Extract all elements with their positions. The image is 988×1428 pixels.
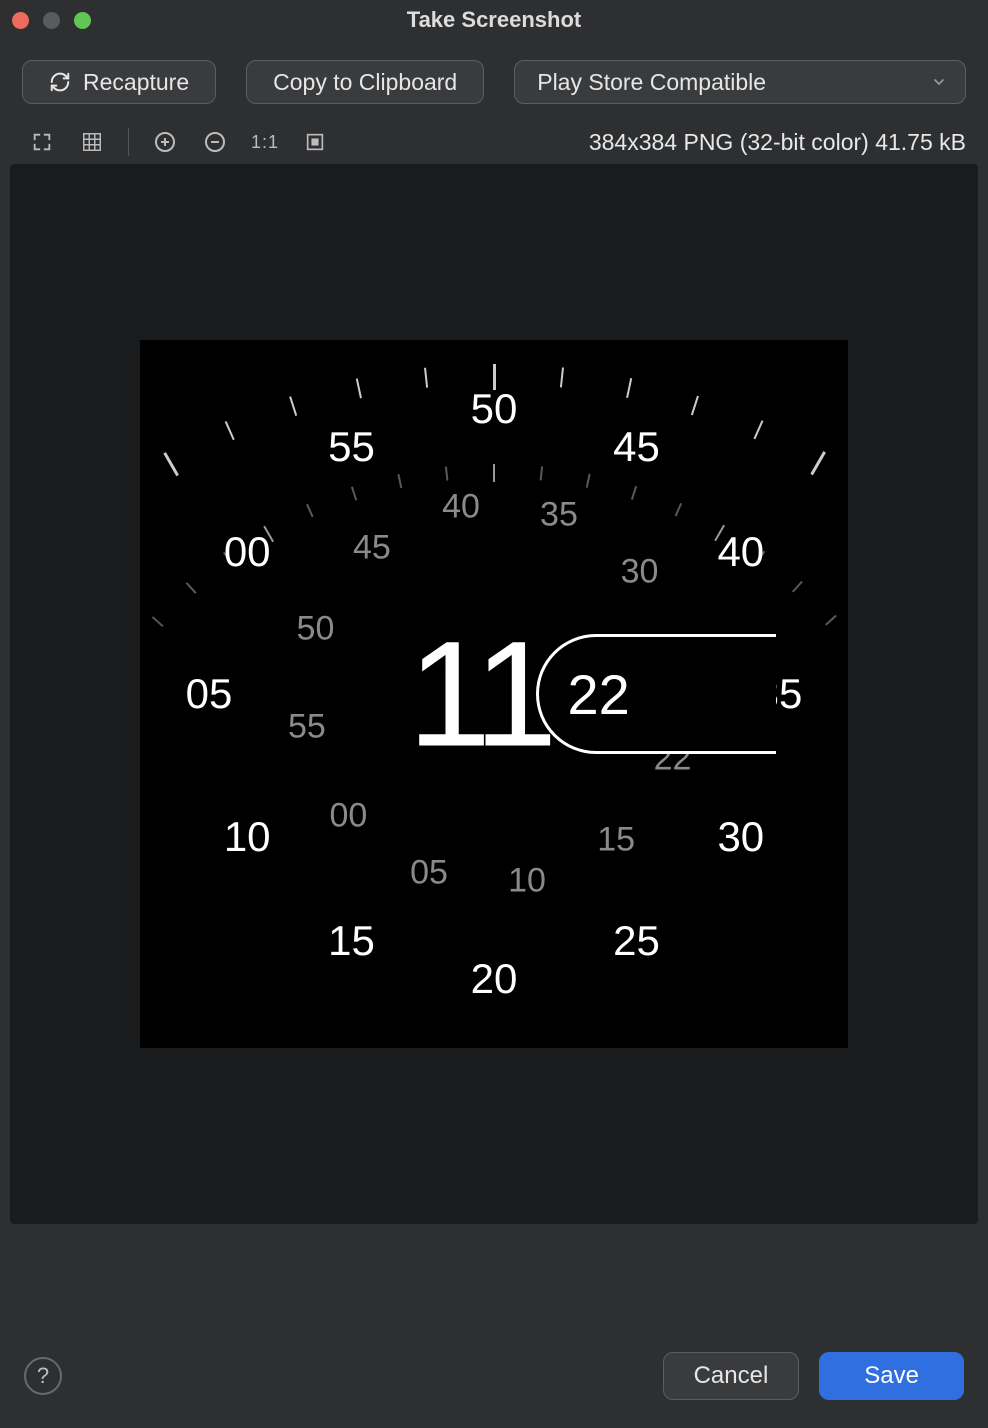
inner-tick (152, 616, 164, 627)
outer-ring-number: 05 (186, 670, 233, 718)
inner-tick (586, 474, 591, 488)
cancel-label: Cancel (694, 1362, 769, 1390)
outer-tick (753, 420, 763, 439)
outer-ring-number: 50 (471, 385, 518, 433)
inner-ring-number: 50 (297, 610, 335, 649)
outer-ring-number: 15 (328, 917, 375, 965)
inner-ring-number: 35 (540, 496, 578, 535)
inner-ring-number: 10 (508, 862, 546, 901)
inner-tick (493, 464, 495, 482)
image-info-label: 384x384 PNG (32-bit color) 41.75 kB (589, 129, 966, 156)
actual-size-button[interactable]: 1:1 (251, 128, 279, 156)
save-label: Save (864, 1362, 919, 1390)
toolbar-separator (128, 128, 129, 156)
outer-ring-number: 55 (328, 423, 375, 471)
outer-tick (810, 451, 826, 475)
hour-display: 11 (408, 608, 552, 781)
window-title: Take Screenshot (0, 7, 988, 33)
minimize-window-button[interactable] (43, 12, 60, 29)
inner-tick (445, 467, 448, 481)
outer-tick (163, 452, 179, 476)
outer-ring-number: 40 (717, 528, 764, 576)
inner-ring-number: 15 (597, 820, 635, 859)
crop-icon[interactable] (301, 128, 329, 156)
inner-tick (825, 615, 837, 626)
watchface-preview: 35 30 25 20 15 10 05 00 55 50 45 40 22 15 10 05 00 55 50 45… (140, 340, 848, 1048)
footer: ? Cancel Save (0, 1334, 988, 1428)
inner-tick (540, 466, 543, 480)
inner-tick (397, 474, 402, 488)
fit-to-window-icon[interactable] (28, 128, 56, 156)
outer-ring-number: 20 (471, 955, 518, 1003)
minute-value: 22 (567, 662, 629, 727)
window-controls (12, 12, 91, 29)
save-button[interactable]: Save (819, 1352, 964, 1400)
outer-tick (289, 396, 297, 416)
close-window-button[interactable] (12, 12, 29, 29)
inner-ring-number: 55 (288, 707, 326, 746)
outer-tick (424, 368, 428, 388)
inner-ring-number: 05 (410, 853, 448, 892)
copy-label: Copy to Clipboard (273, 69, 457, 96)
inner-ring-number: 40 (442, 487, 480, 526)
zoom-window-button[interactable] (74, 12, 91, 29)
inner-tick (792, 581, 803, 593)
outer-tick (225, 421, 235, 440)
inner-ring-number: 30 (621, 552, 659, 591)
outer-tick (356, 378, 362, 398)
copy-to-clipboard-button[interactable]: Copy to Clipboard (246, 60, 484, 104)
zoom-out-icon[interactable] (201, 128, 229, 156)
minute-display: 22 (536, 634, 776, 754)
outer-ring-number: 00 (224, 528, 271, 576)
recapture-button[interactable]: Recapture (22, 60, 216, 104)
help-button[interactable]: ? (24, 1357, 62, 1395)
outer-ring-number: 10 (224, 813, 271, 861)
inner-tick (186, 582, 197, 594)
inner-tick (351, 487, 357, 501)
outer-ring-number: 30 (717, 813, 764, 861)
profile-selected-label: Play Store Compatible (537, 69, 766, 96)
cancel-button[interactable]: Cancel (663, 1352, 800, 1400)
titlebar: Take Screenshot (0, 0, 988, 40)
outer-ring-number: 45 (613, 423, 660, 471)
inner-ring-number: 45 (353, 529, 391, 568)
action-row: Recapture Copy to Clipboard Play Store C… (0, 40, 988, 118)
outer-tick (626, 378, 632, 398)
grid-icon[interactable] (78, 128, 106, 156)
outer-ring-number: 25 (613, 917, 660, 965)
inner-ring-number: 00 (330, 797, 368, 836)
profile-select[interactable]: Play Store Compatible (514, 60, 966, 104)
refresh-icon (49, 71, 71, 93)
zoom-in-icon[interactable] (151, 128, 179, 156)
outer-tick (691, 396, 699, 416)
inner-tick (631, 486, 637, 500)
outer-tick (560, 367, 564, 387)
inner-tick (675, 503, 683, 517)
preview-toolbar: 1:1 384x384 PNG (32-bit color) 41.75 kB (0, 118, 988, 164)
inner-tick (306, 504, 314, 518)
chevron-down-icon (931, 74, 947, 90)
recapture-label: Recapture (83, 69, 189, 96)
preview-area: 35 30 25 20 15 10 05 00 55 50 45 40 22 15 10 05 00 55 50 45… (10, 164, 978, 1224)
